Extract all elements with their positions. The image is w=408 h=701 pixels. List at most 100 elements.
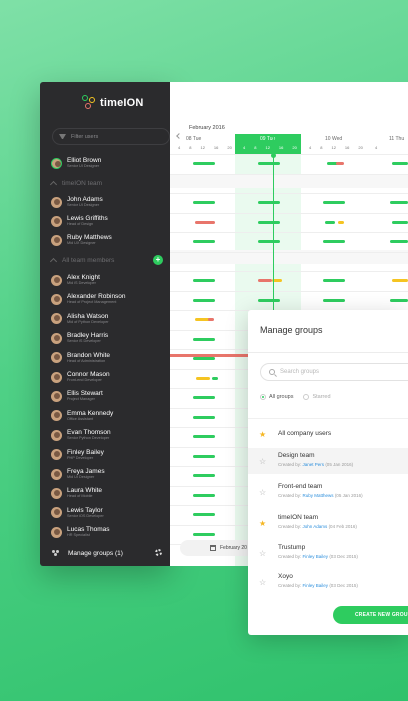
creator-link[interactable]: Finley Bailey: [303, 554, 329, 559]
activity-bar[interactable]: [195, 220, 215, 224]
month-label: February 2016: [189, 125, 225, 131]
activity-bar[interactable]: [323, 279, 345, 282]
list-item[interactable]: Alexander Robinson Head of Project Manage…: [51, 291, 126, 307]
activity-bar[interactable]: [258, 201, 280, 204]
user-role: Mid UX Designer: [67, 241, 96, 245]
list-item[interactable]: Bradley Harris Senior iS Developer: [51, 330, 108, 346]
creator-link[interactable]: Ruby Matthews: [303, 493, 334, 498]
list-item[interactable]: Alisha Watson Mid of Python Developer: [51, 311, 109, 327]
list-item[interactable]: Evan Thomson Senior Python Developer: [51, 427, 111, 443]
activity-bar[interactable]: [325, 220, 335, 224]
activity-bar[interactable]: [336, 162, 344, 165]
list-item[interactable]: Laura White Head of Mobile: [51, 485, 102, 501]
list-item[interactable]: Alex Knight Mid iS Developer: [51, 272, 100, 288]
activity-bar[interactable]: [208, 318, 214, 321]
avatar: [51, 313, 62, 325]
list-item[interactable]: Ruby Matthews Mid UX Designer: [51, 232, 112, 248]
activity-bar[interactable]: [392, 279, 408, 282]
divider: [248, 418, 408, 419]
star-icon[interactable]: ☆: [259, 458, 266, 466]
activity-bar[interactable]: [193, 435, 215, 438]
list-item[interactable]: ☆ Design team Created by: Janet Pers (05…: [248, 448, 408, 474]
creator-link[interactable]: Janet Pers: [303, 462, 325, 467]
activity-bar[interactable]: [193, 454, 215, 458]
activity-bar[interactable]: [323, 201, 345, 204]
activity-bar[interactable]: [193, 357, 215, 360]
avatar: [51, 293, 62, 305]
manage-groups-button[interactable]: Manage groups (1): [40, 540, 170, 566]
activity-bar[interactable]: [193, 474, 215, 477]
activity-bar[interactable]: [193, 513, 215, 516]
activity-bar[interactable]: [193, 337, 215, 341]
activity-bar[interactable]: [193, 240, 215, 243]
creator-link[interactable]: John Adams: [303, 524, 328, 529]
activity-bar[interactable]: [193, 396, 215, 399]
activity-bar[interactable]: [193, 532, 215, 536]
activity-bar[interactable]: [390, 201, 408, 204]
create-new-group-button[interactable]: CREATE NEW GROUP: [333, 606, 408, 624]
list-item[interactable]: Lewis Taylor Senior iOS Developer: [51, 505, 104, 521]
list-item[interactable]: Brandon White Head of Administration: [51, 350, 110, 366]
day-header[interactable]: 08 Tue 4 8 12 16 20: [170, 134, 235, 154]
activity-bar[interactable]: [390, 298, 408, 302]
list-item[interactable]: Ellis Stewart Project Manager: [51, 388, 103, 404]
list-item[interactable]: ☆ Trustump Created by: Finley Bailey (03…: [248, 540, 408, 566]
list-item[interactable]: Connor Mason Front-end Developer: [51, 369, 110, 385]
section-all-members[interactable]: All team members: [49, 255, 114, 265]
user-role: Mid UI Designer: [67, 475, 95, 479]
current-user[interactable]: Elliot Brown Senior UI Designer: [51, 155, 101, 171]
activity-bar[interactable]: [193, 279, 215, 282]
activity-bar[interactable]: [193, 415, 215, 419]
activity-bar[interactable]: [392, 220, 408, 224]
activity-bar[interactable]: [193, 493, 215, 497]
list-item[interactable]: Emma Kennedy Office Assistant: [51, 408, 113, 424]
list-item[interactable]: Finley Bailey PHP Developer: [51, 447, 104, 463]
activity-bar[interactable]: [258, 162, 280, 165]
grid-line: [170, 193, 408, 194]
activity-bar[interactable]: [193, 162, 215, 165]
activity-bar[interactable]: [323, 240, 345, 243]
activity-bar[interactable]: [258, 220, 280, 224]
filter-starred[interactable]: Starred: [303, 394, 331, 400]
activity-bar[interactable]: [193, 298, 215, 302]
activity-bar[interactable]: [196, 376, 210, 380]
list-item[interactable]: ☆ Xoyo Created by: Finley Bailey (03 Dec…: [248, 569, 408, 595]
list-item[interactable]: John Adams Senior UI Designer: [51, 194, 103, 210]
divider: [248, 352, 408, 353]
activity-bar[interactable]: [212, 376, 218, 380]
filter-users-input[interactable]: Filter users: [52, 128, 170, 145]
current-time-marker: [271, 153, 276, 158]
search-groups-input[interactable]: Search groups: [260, 363, 408, 381]
star-icon[interactable]: ☆: [259, 489, 266, 497]
activity-bar[interactable]: [390, 240, 408, 243]
list-item[interactable]: Lewis Griffiths Head of Design: [51, 213, 108, 229]
date-picker-button[interactable]: February 20: [180, 540, 255, 556]
activity-bar[interactable]: [193, 201, 215, 204]
filter-all-groups[interactable]: All groups: [260, 394, 293, 400]
activity-bar[interactable]: [258, 298, 280, 302]
creator-link[interactable]: Finley Bailey: [303, 583, 329, 588]
day-label: 11 Thu: [389, 136, 405, 142]
list-item[interactable]: Freya James Mid UI Designer: [51, 466, 105, 482]
star-icon[interactable]: ★: [259, 520, 266, 528]
activity-bar[interactable]: [323, 298, 345, 302]
add-member-button[interactable]: +: [153, 255, 163, 265]
day-header-selected[interactable]: 09 Tue 4 8 12 16 20: [235, 134, 301, 154]
list-item[interactable]: ★ timeION team Created by: John Adams (0…: [248, 510, 408, 536]
section-timeion-team[interactable]: timeION team: [49, 178, 102, 188]
list-item[interactable]: ☆ Front-end team Created by: Ruby Matthe…: [248, 479, 408, 505]
star-icon[interactable]: ★: [259, 431, 266, 439]
user-name: Finley Bailey: [67, 448, 104, 456]
activity-bar[interactable]: [258, 240, 280, 243]
star-icon[interactable]: ☆: [259, 550, 266, 558]
day-header[interactable]: 11 Thu 4: [367, 134, 408, 154]
activity-bar[interactable]: [338, 220, 344, 224]
gear-icon[interactable]: [155, 549, 162, 556]
star-icon[interactable]: ☆: [259, 579, 266, 587]
activity-bar[interactable]: [392, 162, 408, 165]
activity-bar[interactable]: [258, 279, 272, 282]
user-role: Senior Python Developer: [67, 436, 110, 441]
day-header[interactable]: 10 Wed 4 8 12 16 20: [301, 134, 367, 154]
app-logo[interactable]: timeION: [82, 94, 144, 112]
list-item[interactable]: Lucas Thomas HR Specialist: [51, 524, 110, 540]
